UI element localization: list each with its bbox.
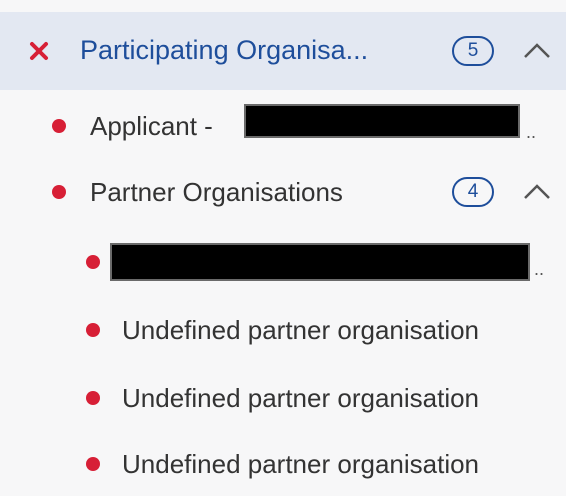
nav-item-partner-4[interactable]: Undefined partner organisation bbox=[0, 430, 566, 494]
count-badge: 4 bbox=[452, 177, 494, 207]
partner-organisations-label: Partner Organisations bbox=[90, 177, 343, 207]
status-dot-icon bbox=[86, 323, 100, 337]
nav-item-partner-3[interactable]: Undefined partner organisation bbox=[0, 364, 566, 428]
x-icon bbox=[30, 42, 48, 60]
section-title: Participating Organisa... bbox=[80, 35, 369, 65]
redacted-block bbox=[110, 243, 530, 281]
partner-label: Undefined partner organisation bbox=[122, 383, 480, 413]
navigation-panel: Participating Organisa... 5 Applicant - … bbox=[0, 0, 566, 496]
count-badge: 5 bbox=[452, 36, 494, 66]
partner-label: Undefined partner organisation bbox=[122, 449, 480, 479]
nav-item-partner-2[interactable]: Undefined partner organisation bbox=[0, 296, 566, 360]
status-dot-icon bbox=[86, 391, 100, 405]
truncation-ellipsis: .. bbox=[526, 122, 537, 142]
nav-item-applicant[interactable]: Applicant - .. bbox=[0, 94, 566, 158]
chevron-up-icon[interactable] bbox=[522, 41, 552, 61]
nav-item-partner-1[interactable]: .. bbox=[0, 228, 566, 292]
nav-item-partner-organisations[interactable]: Partner Organisations 4 bbox=[0, 160, 566, 224]
status-dot-icon bbox=[52, 185, 66, 199]
status-dot-icon bbox=[86, 255, 100, 269]
applicant-label: Applicant - bbox=[90, 111, 213, 141]
status-dot-icon bbox=[86, 457, 100, 471]
partner-label: Undefined partner organisation bbox=[122, 315, 480, 345]
redacted-block bbox=[244, 104, 520, 138]
truncation-ellipsis: .. bbox=[534, 259, 545, 279]
chevron-up-icon[interactable] bbox=[522, 182, 552, 202]
section-header-participating-organisations[interactable]: Participating Organisa... 5 bbox=[0, 12, 566, 90]
status-dot-icon bbox=[52, 119, 66, 133]
